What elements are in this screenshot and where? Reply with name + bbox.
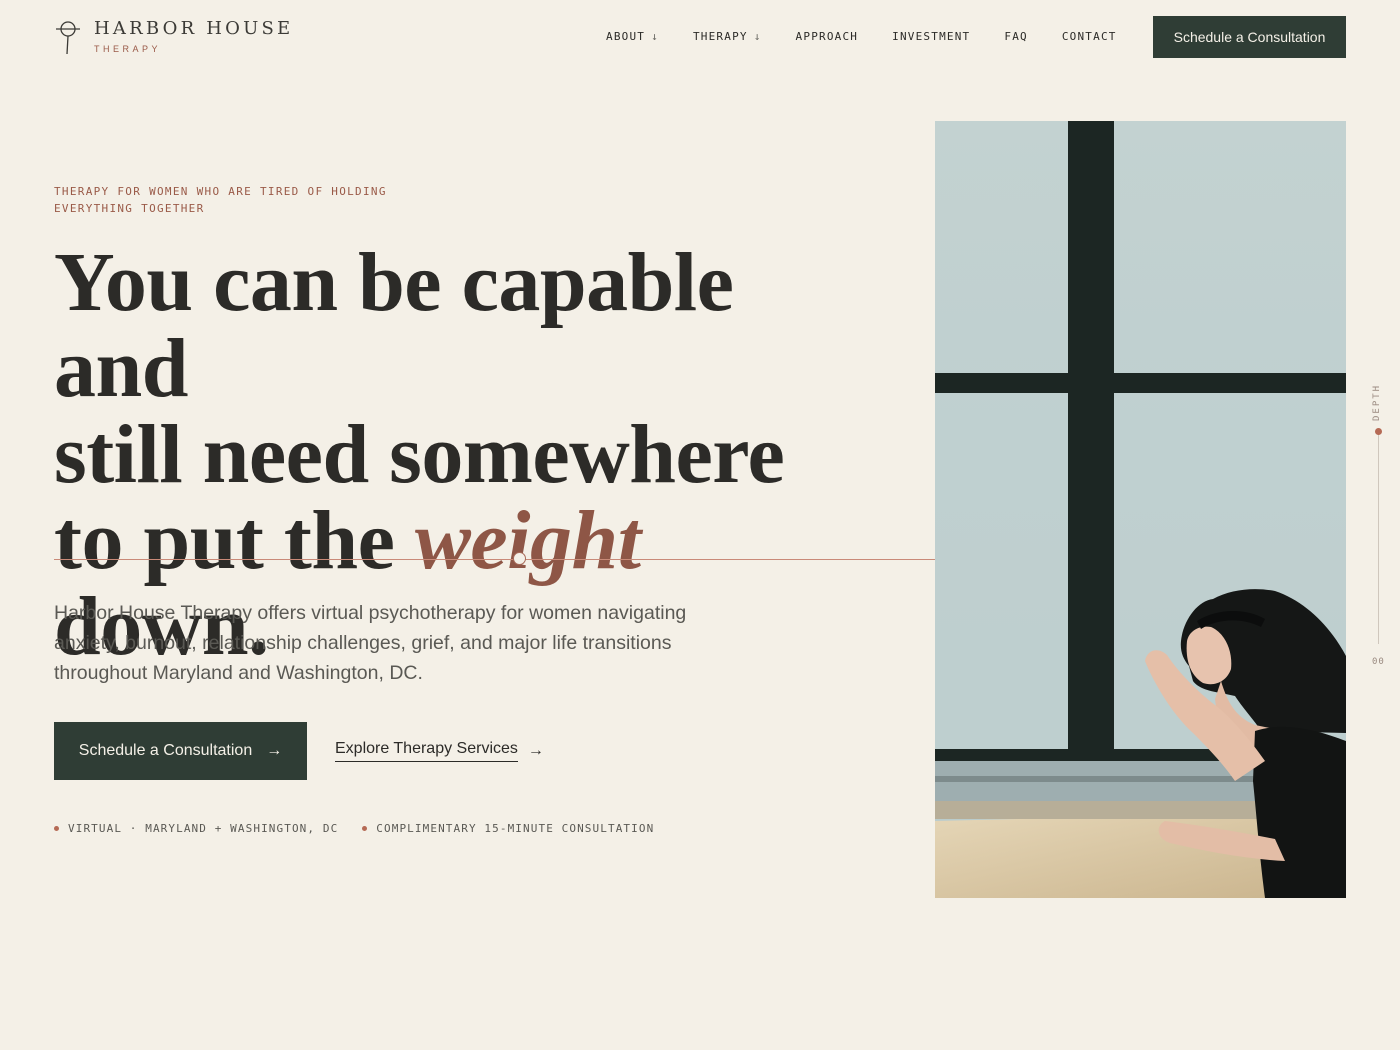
- depth-scroll-track[interactable]: [1378, 432, 1379, 644]
- arrow-right-icon: →: [266, 742, 283, 759]
- hero-body: Harbor House Therapy offers virtual psyc…: [54, 602, 687, 684]
- nav-item-label: THERAPY: [692, 30, 748, 43]
- nav-item-investment[interactable]: INVESTMENT: [892, 30, 970, 43]
- anchor-icon: [56, 21, 80, 55]
- arrow-down-icon: ↓: [753, 30, 762, 43]
- headline-line-3-start: to put the: [54, 494, 415, 587]
- nav-item-label: APPROACH: [795, 30, 859, 43]
- depth-value: 00: [1372, 657, 1385, 667]
- hero-eyebrow: THERAPY FOR WOMEN WHO ARE TIRED OF HOLDI…: [54, 185, 387, 215]
- link-label: Explore Therapy Services: [335, 740, 518, 762]
- main-nav: ABOUT ↓ THERAPY ↓ APPROACH INVESTMENT FA…: [606, 30, 1151, 43]
- nav-item-therapy[interactable]: THERAPY ↓: [693, 30, 762, 43]
- explore-services-link[interactable]: Explore Therapy Services →: [335, 740, 544, 762]
- nav-item-label: ABOUT: [606, 30, 646, 43]
- nav-item-faq[interactable]: FAQ: [1004, 30, 1027, 43]
- arrow-down-icon: ↓: [651, 30, 659, 43]
- meta-location: VIRTUAL · MARYLAND + WASHINGTON, DC: [54, 822, 338, 835]
- meta-text: COMPLIMENTARY 15-MINUTE CONSULTATION: [376, 822, 655, 835]
- nav-item-approach[interactable]: APPROACH: [796, 30, 859, 43]
- bullet-dot-icon: [54, 826, 59, 831]
- depth-scroll-thumb[interactable]: [1375, 428, 1382, 435]
- headline-emphasis: weight: [414, 494, 641, 587]
- headline-line-2: still need somewhere: [54, 408, 785, 501]
- arrow-right-icon: →: [527, 742, 544, 759]
- nav-item-label: INVESTMENT: [892, 30, 971, 43]
- brand-tagline: THERAPY: [94, 44, 162, 54]
- bullet-dot-icon: [362, 826, 368, 831]
- nav-item-label: CONTACT: [1061, 30, 1117, 43]
- hero-meta: VIRTUAL · MARYLAND + WASHINGTON, DC COMP…: [54, 822, 678, 835]
- brand-name: HARBOR HOUSE: [94, 18, 294, 39]
- nav-item-about[interactable]: ABOUT ↓: [606, 30, 659, 43]
- nav-item-label: FAQ: [1004, 30, 1028, 43]
- hero-photo: [935, 121, 1346, 898]
- depth-label: DEPTH: [1372, 383, 1382, 421]
- nav-item-contact[interactable]: CONTACT: [1062, 30, 1117, 43]
- headline-line-1: You can be capable and: [54, 236, 734, 415]
- divider-circle-icon: [513, 552, 526, 565]
- brand-logo[interactable]: HARBOR HOUSE THERAPY: [54, 18, 293, 56]
- schedule-consultation-button[interactable]: Schedule a Consultation →: [54, 722, 307, 780]
- button-label: Schedule a Consultation: [78, 742, 253, 759]
- header-schedule-button[interactable]: Schedule a Consultation: [1153, 16, 1346, 58]
- meta-consultation: COMPLIMENTARY 15-MINUTE CONSULTATION: [362, 822, 654, 835]
- meta-text: VIRTUAL · MARYLAND + WASHINGTON, DC: [68, 822, 339, 835]
